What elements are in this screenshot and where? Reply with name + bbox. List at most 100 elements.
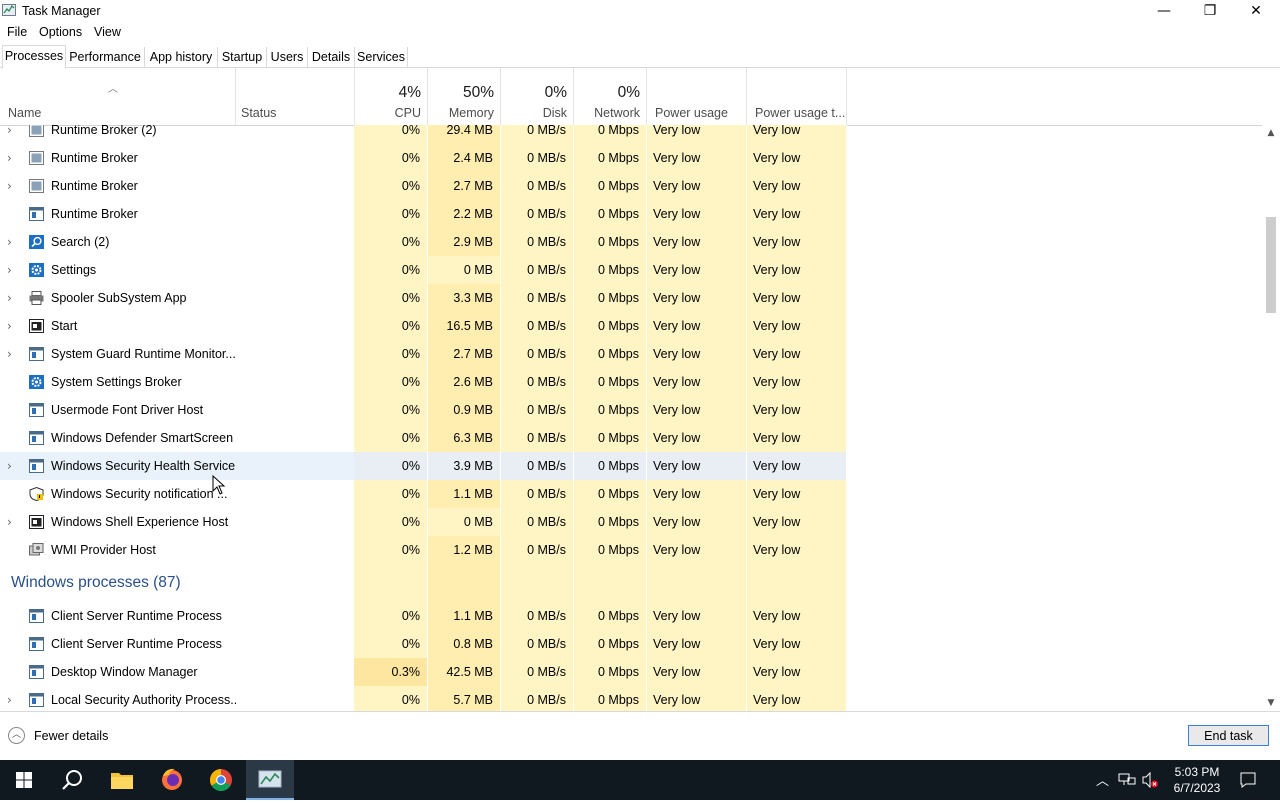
menu-options[interactable]: Options — [39, 25, 82, 39]
chevron-right-icon[interactable]: › — [7, 256, 17, 284]
process-row[interactable]: › Spooler SubSystem App 0% 3.3 MB 0 MB/s 0 Mb… — [0, 284, 847, 312]
chevron-right-icon[interactable]: › — [7, 508, 17, 536]
chevron-right-icon[interactable]: › — [7, 144, 17, 172]
column-cpu[interactable]: 4% CPU — [354, 68, 428, 125]
scroll-thumb[interactable] — [1266, 217, 1276, 313]
process-row[interactable]: Windows Security notification ... 0% 1.1 M… — [0, 480, 847, 508]
fewer-details-link[interactable]: Fewer details — [34, 729, 108, 743]
process-name-cell: Client Server Runtime Process — [0, 630, 236, 658]
scroll-up-icon[interactable]: ▲ — [1262, 125, 1280, 141]
process-row[interactable]: › Runtime Broker 0% 2.4 MB 0 MB/s 0 Mbps Very … — [0, 144, 847, 172]
menu-file[interactable]: File — [7, 25, 27, 39]
process-row[interactable]: › Local Security Authority Process... 0% 5.… — [0, 686, 847, 711]
process-status-cell — [236, 312, 354, 340]
restore-button[interactable]: ❐ — [1187, 0, 1233, 22]
tab-details[interactable]: Details — [308, 47, 355, 67]
disk-cell: 0 MB/s — [501, 658, 574, 686]
windows-logo-icon — [16, 772, 32, 788]
process-name-cell: › System Guard Runtime Monitor... — [0, 340, 236, 368]
column-disk[interactable]: 0% Disk — [501, 68, 574, 125]
disk-cell: 0 MB/s — [501, 686, 574, 711]
app-window-icon — [29, 637, 44, 651]
network-icon[interactable] — [1118, 772, 1136, 788]
menu-view[interactable]: View — [94, 25, 121, 39]
process-row[interactable]: › Settings 0% 0 MB 0 MB/s 0 Mbps Very low Very … — [0, 256, 847, 284]
power-trend-cell: Very low — [747, 312, 847, 340]
column-power-usage[interactable]: Power usage — [647, 68, 747, 125]
start-button[interactable] — [0, 760, 48, 800]
process-row[interactable]: Runtime Broker 0% 2.2 MB 0 MB/s 0 Mbps Very l… — [0, 200, 847, 228]
chevron-right-icon[interactable]: › — [7, 686, 17, 711]
firefox-button[interactable] — [148, 760, 196, 800]
process-row[interactable]: Desktop Window Manager 0.3% 42.5 MB 0 MB/s 0… — [0, 658, 847, 686]
tab-users[interactable]: Users — [267, 47, 308, 67]
chevron-up-circle-icon[interactable]: ︿ — [8, 727, 25, 744]
process-row[interactable]: Client Server Runtime Process 0% 0.8 MB 0 M… — [0, 630, 847, 658]
cpu-cell: 0% — [354, 368, 428, 396]
process-row[interactable]: Windows Defender SmartScreen 0% 6.3 MB 0 MB… — [0, 424, 847, 452]
clock[interactable]: 5:03 PM 6/7/2023 — [1166, 764, 1228, 796]
process-name-cell: › Spooler SubSystem App — [0, 284, 236, 312]
process-row[interactable]: WMI Provider Host 0% 1.2 MB 0 MB/s 0 Mbps Ver… — [0, 536, 847, 564]
tab-performance[interactable]: Performance — [66, 47, 145, 67]
process-name: Windows Shell Experience Host — [51, 515, 229, 529]
chevron-right-icon[interactable]: › — [7, 125, 17, 144]
column-power-trend[interactable]: Power usage t... — [747, 68, 847, 125]
chrome-icon — [210, 769, 232, 791]
column-power-label: Power usage — [655, 106, 728, 120]
column-status[interactable]: Status — [236, 68, 355, 125]
group-empty-cell — [354, 564, 428, 602]
end-task-button[interactable]: End task — [1188, 725, 1269, 746]
process-row[interactable]: Usermode Font Driver Host 0% 0.9 MB 0 MB/s 0… — [0, 396, 847, 424]
process-row[interactable]: › Runtime Broker (2) 0% 29.4 MB 0 MB/s 0 Mbps… — [0, 125, 847, 144]
chevron-right-icon[interactable]: › — [7, 228, 17, 256]
column-memory[interactable]: 50% Memory — [428, 68, 501, 125]
chrome-button[interactable] — [197, 760, 245, 800]
tab-app-history[interactable]: App history — [145, 47, 218, 67]
tab-startup[interactable]: Startup — [218, 47, 267, 67]
chevron-right-icon[interactable]: › — [7, 340, 17, 368]
process-row[interactable]: › Windows Shell Experience Host 0% 0 MB 0 MB… — [0, 508, 847, 536]
process-row[interactable]: › Runtime Broker 0% 2.7 MB 0 MB/s 0 Mbps Very … — [0, 172, 847, 200]
file-explorer-button[interactable] — [98, 760, 146, 800]
column-name[interactable]: ︿ Name — [0, 68, 236, 125]
process-row[interactable]: › Start 0% 16.5 MB 0 MB/s 0 Mbps Very low Very … — [0, 312, 847, 340]
tab-services[interactable]: Services — [355, 47, 408, 67]
notifications-icon[interactable] — [1239, 771, 1257, 789]
chevron-right-icon[interactable]: › — [7, 172, 17, 200]
task-manager-taskbar-button[interactable] — [246, 760, 294, 800]
process-status-cell — [236, 340, 354, 368]
chevron-right-icon[interactable]: › — [7, 452, 17, 480]
tab-processes[interactable]: Processes — [2, 45, 66, 69]
power-trend-cell: Very low — [747, 368, 847, 396]
process-row[interactable]: › Search (2) 0% 2.9 MB 0 MB/s 0 Mbps Very low V… — [0, 228, 847, 256]
volume-muted-icon[interactable] — [1141, 771, 1159, 789]
memory-cell: 2.7 MB — [428, 172, 501, 200]
network-cell: 0 Mbps — [574, 630, 647, 658]
process-row[interactable]: Client Server Runtime Process 0% 1.1 MB 0 M… — [0, 602, 847, 630]
column-network[interactable]: 0% Network — [574, 68, 647, 125]
show-hidden-icons-icon[interactable]: ︿ — [1096, 770, 1109, 789]
scroll-down-icon[interactable]: ▼ — [1262, 695, 1280, 711]
process-name-cell: › Start — [0, 312, 236, 340]
cpu-cell: 0% — [354, 396, 428, 424]
chevron-right-icon[interactable]: › — [7, 312, 17, 340]
close-button[interactable]: ✕ — [1233, 0, 1279, 22]
taskbar-search-button[interactable] — [48, 760, 96, 800]
process-status-cell — [236, 686, 354, 711]
memory-cell: 16.5 MB — [428, 312, 501, 340]
process-row[interactable]: › System Guard Runtime Monitor... 0% 2.7 MB… — [0, 340, 847, 368]
memory-cell: 0.9 MB — [428, 396, 501, 424]
vertical-scrollbar[interactable]: ▲ ▼ — [1262, 125, 1280, 711]
process-name-cell: › Windows Shell Experience Host — [0, 508, 236, 536]
cpu-cell: 0% — [354, 508, 428, 536]
process-row[interactable]: › Windows Security Health Service 0% 3.9 MB… — [0, 452, 847, 480]
minimize-button[interactable]: — — [1141, 0, 1187, 22]
cpu-cell: 0% — [354, 340, 428, 368]
chevron-right-icon[interactable]: › — [7, 284, 17, 312]
power-trend-cell: Very low — [747, 630, 847, 658]
process-name: Client Server Runtime Process — [51, 637, 222, 651]
sort-up-icon: ︿ — [108, 84, 118, 95]
process-row[interactable]: System Settings Broker 0% 2.6 MB 0 MB/s 0 Mb… — [0, 368, 847, 396]
app-window-icon — [29, 347, 44, 361]
